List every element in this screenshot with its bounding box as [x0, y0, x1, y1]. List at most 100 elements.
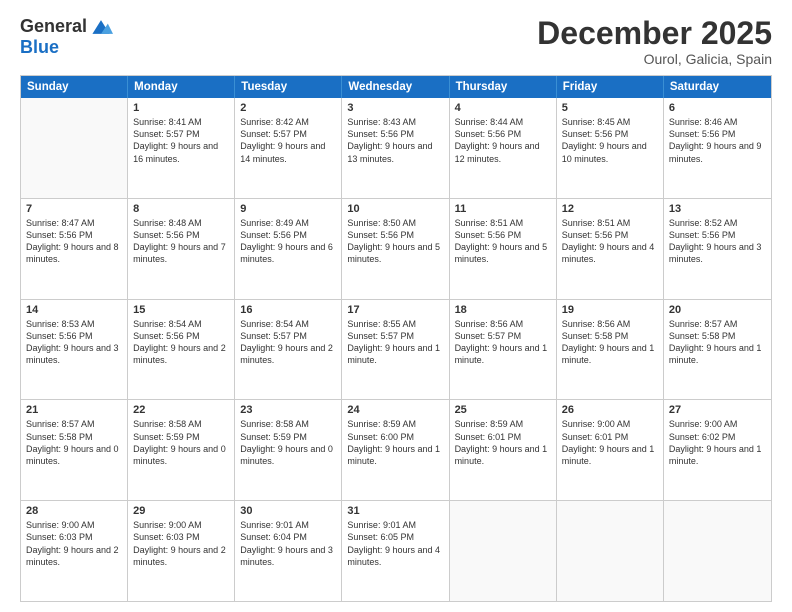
header: General Blue December 2025 Ourol, Galici…	[20, 16, 772, 67]
calendar-cell	[557, 501, 664, 601]
day-number: 5	[562, 102, 658, 114]
cell-info: Sunrise: 9:00 AM Sunset: 6:01 PM Dayligh…	[562, 418, 658, 467]
calendar-cell: 21 Sunrise: 8:57 AM Sunset: 5:58 PM Dayli…	[21, 400, 128, 500]
calendar-cell: 18Sunrise: 8:56 AM Sunset: 5:57 PM Dayli…	[450, 300, 557, 400]
calendar-cell: 23 Sunrise: 8:58 AM Sunset: 5:59 PM Dayli…	[235, 400, 342, 500]
weekday-header: Monday	[128, 76, 235, 98]
day-number: 4	[455, 102, 551, 114]
calendar-cell: 9Sunrise: 8:49 AM Sunset: 5:56 PM Daylig…	[235, 199, 342, 299]
cell-info: Sunrise: 8:54 AM Sunset: 5:57 PM Dayligh…	[240, 318, 336, 367]
cell-info: Sunrise: 8:57 AM Sunset: 5:58 PM Dayligh…	[26, 418, 122, 467]
logo-blue-text: Blue	[20, 37, 59, 58]
day-number: 19	[562, 304, 658, 316]
weekday-header: Wednesday	[342, 76, 449, 98]
cell-info: Sunrise: 8:51 AM Sunset: 5:56 PM Dayligh…	[455, 217, 551, 266]
calendar-cell: 13 Sunrise: 8:52 AM Sunset: 5:56 PM Dayli…	[664, 199, 771, 299]
calendar-cell: 3 Sunrise: 8:43 AM Sunset: 5:56 PM Daylig…	[342, 98, 449, 198]
day-number: 16	[240, 304, 336, 316]
day-number: 17	[347, 304, 443, 316]
cell-info: Sunrise: 8:54 AM Sunset: 5:56 PM Dayligh…	[133, 318, 229, 367]
cell-info: Sunrise: 9:00 AM Sunset: 6:03 PM Dayligh…	[133, 519, 229, 568]
calendar-cell: 20 Sunrise: 8:57 AM Sunset: 5:58 PM Dayli…	[664, 300, 771, 400]
day-number: 6	[669, 102, 766, 114]
cell-info: Sunrise: 8:45 AM Sunset: 5:56 PM Dayligh…	[562, 116, 658, 165]
day-number: 9	[240, 203, 336, 215]
calendar-cell: 22 Sunrise: 8:58 AM Sunset: 5:59 PM Dayli…	[128, 400, 235, 500]
calendar: SundayMondayTuesdayWednesdayThursdayFrid…	[20, 75, 772, 602]
cell-info: Sunrise: 9:01 AM Sunset: 6:05 PM Dayligh…	[347, 519, 443, 568]
cell-info: Sunrise: 8:41 AM Sunset: 5:57 PM Dayligh…	[133, 116, 229, 165]
calendar-cell: 30Sunrise: 9:01 AM Sunset: 6:04 PM Dayli…	[235, 501, 342, 601]
page: General Blue December 2025 Ourol, Galici…	[0, 0, 792, 612]
weekday-header: Tuesday	[235, 76, 342, 98]
calendar-row: 7Sunrise: 8:47 AM Sunset: 5:56 PM Daylig…	[21, 198, 771, 299]
cell-info: Sunrise: 8:51 AM Sunset: 5:56 PM Dayligh…	[562, 217, 658, 266]
cell-info: Sunrise: 8:55 AM Sunset: 5:57 PM Dayligh…	[347, 318, 443, 367]
logo-icon	[89, 18, 113, 36]
calendar-cell: 1 Sunrise: 8:41 AM Sunset: 5:57 PM Daylig…	[128, 98, 235, 198]
calendar-cell: 24 Sunrise: 8:59 AM Sunset: 6:00 PM Dayli…	[342, 400, 449, 500]
calendar-cell: 11Sunrise: 8:51 AM Sunset: 5:56 PM Dayli…	[450, 199, 557, 299]
weekday-header: Sunday	[21, 76, 128, 98]
day-number: 20	[669, 304, 766, 316]
logo: General Blue	[20, 16, 113, 58]
calendar-header: SundayMondayTuesdayWednesdayThursdayFrid…	[21, 76, 771, 98]
day-number: 14	[26, 304, 122, 316]
weekday-header: Saturday	[664, 76, 771, 98]
day-number: 8	[133, 203, 229, 215]
cell-info: Sunrise: 8:44 AM Sunset: 5:56 PM Dayligh…	[455, 116, 551, 165]
day-number: 3	[347, 102, 443, 114]
calendar-cell: 31Sunrise: 9:01 AM Sunset: 6:05 PM Dayli…	[342, 501, 449, 601]
day-number: 29	[133, 505, 229, 517]
calendar-cell: 26Sunrise: 9:00 AM Sunset: 6:01 PM Dayli…	[557, 400, 664, 500]
calendar-row: 1 Sunrise: 8:41 AM Sunset: 5:57 PM Daylig…	[21, 98, 771, 198]
day-number: 12	[562, 203, 658, 215]
calendar-row: 21 Sunrise: 8:57 AM Sunset: 5:58 PM Dayli…	[21, 399, 771, 500]
cell-info: Sunrise: 8:59 AM Sunset: 6:00 PM Dayligh…	[347, 418, 443, 467]
calendar-cell: 17 Sunrise: 8:55 AM Sunset: 5:57 PM Dayli…	[342, 300, 449, 400]
cell-info: Sunrise: 8:52 AM Sunset: 5:56 PM Dayligh…	[669, 217, 766, 266]
day-number: 2	[240, 102, 336, 114]
weekday-header: Thursday	[450, 76, 557, 98]
calendar-cell: 2 Sunrise: 8:42 AM Sunset: 5:57 PM Daylig…	[235, 98, 342, 198]
calendar-cell: 7Sunrise: 8:47 AM Sunset: 5:56 PM Daylig…	[21, 199, 128, 299]
day-number: 28	[26, 505, 122, 517]
cell-info: Sunrise: 8:58 AM Sunset: 5:59 PM Dayligh…	[133, 418, 229, 467]
calendar-cell: 19 Sunrise: 8:56 AM Sunset: 5:58 PM Dayli…	[557, 300, 664, 400]
calendar-cell: 29 Sunrise: 9:00 AM Sunset: 6:03 PM Dayli…	[128, 501, 235, 601]
logo-general-text: General	[20, 16, 87, 37]
calendar-cell	[664, 501, 771, 601]
day-number: 24	[347, 404, 443, 416]
calendar-row: 14 Sunrise: 8:53 AM Sunset: 5:56 PM Dayli…	[21, 299, 771, 400]
calendar-cell: 16 Sunrise: 8:54 AM Sunset: 5:57 PM Dayli…	[235, 300, 342, 400]
day-number: 22	[133, 404, 229, 416]
day-number: 1	[133, 102, 229, 114]
calendar-cell: 8Sunrise: 8:48 AM Sunset: 5:56 PM Daylig…	[128, 199, 235, 299]
calendar-cell: 27Sunrise: 9:00 AM Sunset: 6:02 PM Dayli…	[664, 400, 771, 500]
cell-info: Sunrise: 9:00 AM Sunset: 6:03 PM Dayligh…	[26, 519, 122, 568]
calendar-body: 1 Sunrise: 8:41 AM Sunset: 5:57 PM Daylig…	[21, 98, 771, 601]
cell-info: Sunrise: 8:56 AM Sunset: 5:58 PM Dayligh…	[562, 318, 658, 367]
cell-info: Sunrise: 8:53 AM Sunset: 5:56 PM Dayligh…	[26, 318, 122, 367]
weekday-header: Friday	[557, 76, 664, 98]
cell-info: Sunrise: 8:46 AM Sunset: 5:56 PM Dayligh…	[669, 116, 766, 165]
cell-info: Sunrise: 8:42 AM Sunset: 5:57 PM Dayligh…	[240, 116, 336, 165]
cell-info: Sunrise: 8:57 AM Sunset: 5:58 PM Dayligh…	[669, 318, 766, 367]
calendar-cell: 15Sunrise: 8:54 AM Sunset: 5:56 PM Dayli…	[128, 300, 235, 400]
day-number: 18	[455, 304, 551, 316]
day-number: 25	[455, 404, 551, 416]
cell-info: Sunrise: 8:59 AM Sunset: 6:01 PM Dayligh…	[455, 418, 551, 467]
calendar-cell: 6 Sunrise: 8:46 AM Sunset: 5:56 PM Daylig…	[664, 98, 771, 198]
day-number: 7	[26, 203, 122, 215]
calendar-cell: 14 Sunrise: 8:53 AM Sunset: 5:56 PM Dayli…	[21, 300, 128, 400]
cell-info: Sunrise: 8:43 AM Sunset: 5:56 PM Dayligh…	[347, 116, 443, 165]
calendar-cell	[450, 501, 557, 601]
calendar-cell: 4 Sunrise: 8:44 AM Sunset: 5:56 PM Daylig…	[450, 98, 557, 198]
calendar-cell: 12 Sunrise: 8:51 AM Sunset: 5:56 PM Dayli…	[557, 199, 664, 299]
cell-info: Sunrise: 8:58 AM Sunset: 5:59 PM Dayligh…	[240, 418, 336, 467]
day-number: 13	[669, 203, 766, 215]
day-number: 30	[240, 505, 336, 517]
day-number: 23	[240, 404, 336, 416]
calendar-cell: 25 Sunrise: 8:59 AM Sunset: 6:01 PM Dayli…	[450, 400, 557, 500]
day-number: 21	[26, 404, 122, 416]
